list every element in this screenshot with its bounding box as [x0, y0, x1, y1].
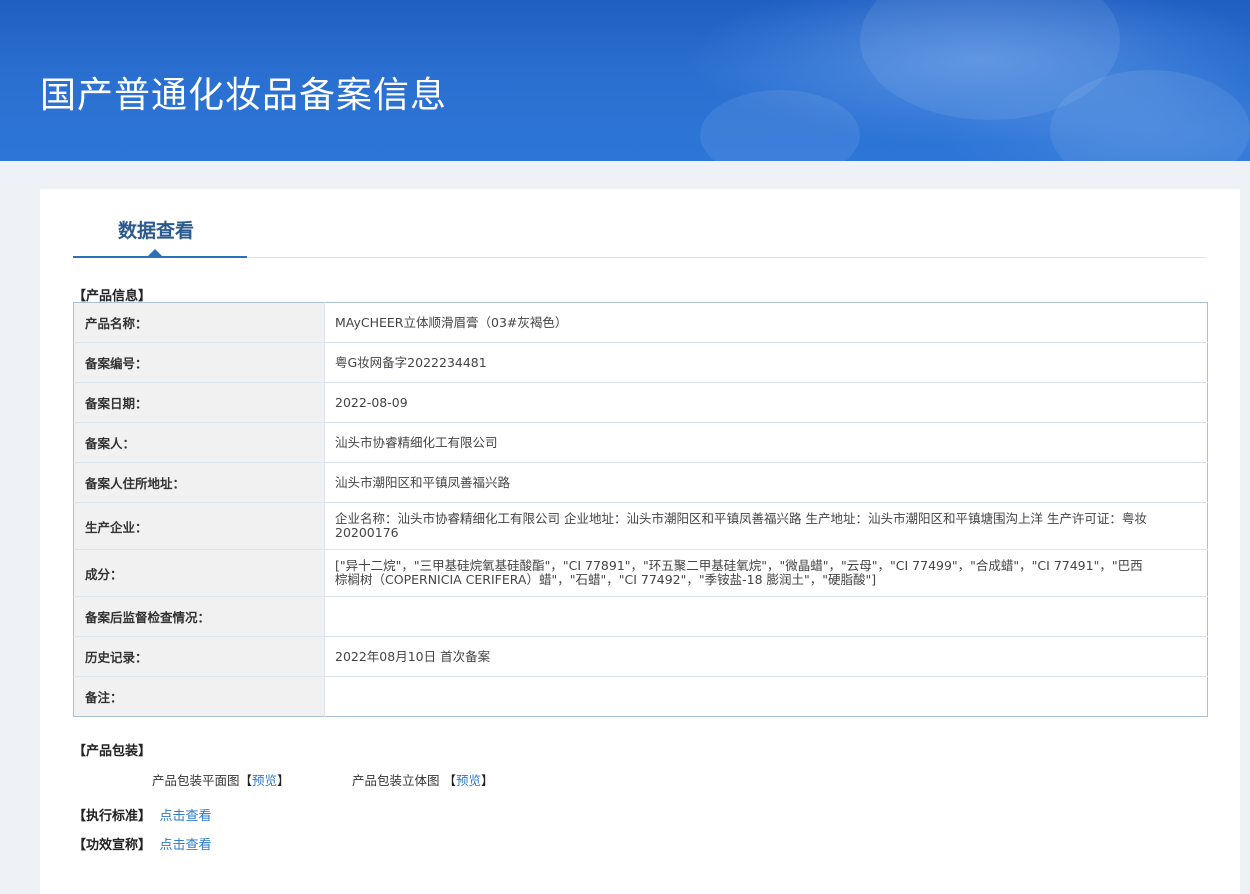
- row-label: 备案后监督检查情况：: [73, 596, 325, 637]
- table-row: 历史记录： 2022年08月10日 首次备案: [73, 636, 1208, 677]
- row-value: ["异十二烷"，"三甲基硅烷氧基硅酸酯"，"CI 77891"，"环五聚二甲基硅…: [324, 549, 1208, 597]
- table-row: 产品名称： MAyCHEER立体顺滑眉膏（03#灰褐色）: [73, 302, 1208, 343]
- section-title-packaging: 【产品包装】: [73, 744, 152, 759]
- row-value: [325, 677, 1208, 717]
- row-label: 备案人：: [73, 422, 325, 463]
- row-label: 备案编号：: [73, 342, 325, 383]
- efficacy-view-link[interactable]: 点击查看: [160, 838, 212, 853]
- packaging-solid-preview-link[interactable]: 预览: [456, 773, 481, 788]
- row-label: 历史记录：: [73, 636, 325, 677]
- packaging-flat-item: 产品包装平面图【预览】: [152, 773, 290, 788]
- packaging-flat-label: 产品包装平面图: [152, 773, 240, 788]
- row-label: 成分：: [73, 549, 325, 597]
- table-row: 备案人住所地址： 汕头市潮阳区和平镇凤善福兴路: [73, 462, 1208, 503]
- table-row: 备案编号： 粤G妆网备字2022234481: [73, 342, 1208, 383]
- row-value: [324, 596, 1208, 637]
- product-info-table: 产品名称： MAyCHEER立体顺滑眉膏（03#灰褐色） 备案编号： 粤G妆网备…: [73, 302, 1208, 717]
- packaging-solid-item: 产品包装立体图 【预览】: [352, 773, 494, 788]
- tab-indicator-caret: [148, 249, 162, 256]
- tab-active-underline: [73, 256, 247, 258]
- row-label: 备案人住所地址：: [73, 462, 325, 503]
- row-value: 2022-08-09: [324, 382, 1208, 423]
- page-title: 国产普通化妆品备案信息: [40, 75, 448, 116]
- row-label: 产品名称：: [73, 302, 325, 343]
- table-row: 备注：: [73, 676, 1208, 717]
- row-label: 生产企业：: [73, 502, 325, 550]
- tab-divider: [247, 257, 1207, 258]
- tab-data-view[interactable]: 数据查看: [118, 216, 194, 243]
- content-card: 数据查看 【产品信息】 产品名称： MAyCHEER立体顺滑眉膏（03#灰褐色）…: [40, 189, 1240, 894]
- table-row: 备案后监督检查情况：: [73, 596, 1208, 637]
- section-title-efficacy: 【功效宣称】 点击查看: [73, 838, 212, 853]
- row-value: 2022年08月10日 首次备案: [324, 636, 1208, 677]
- standard-view-link[interactable]: 点击查看: [160, 809, 212, 824]
- row-value: 汕头市协睿精细化工有限公司: [324, 422, 1208, 463]
- row-label: 备案日期：: [73, 382, 325, 423]
- packaging-solid-label: 产品包装立体图: [352, 773, 440, 788]
- table-row: 生产企业： 企业名称：汕头市协睿精细化工有限公司 企业地址：汕头市潮阳区和平镇凤…: [73, 502, 1208, 550]
- table-row: 备案人： 汕头市协睿精细化工有限公司: [73, 422, 1208, 463]
- row-value: 企业名称：汕头市协睿精细化工有限公司 企业地址：汕头市潮阳区和平镇凤善福兴路 生…: [324, 502, 1208, 550]
- row-value: 汕头市潮阳区和平镇凤善福兴路: [324, 462, 1208, 503]
- packaging-flat-preview-link[interactable]: 预览: [252, 773, 277, 788]
- row-value: 粤G妆网备字2022234481: [324, 342, 1208, 383]
- page-banner: 国产普通化妆品备案信息: [0, 0, 1250, 161]
- section-title-standard: 【执行标准】 点击查看: [73, 809, 212, 824]
- table-row: 成分： ["异十二烷"，"三甲基硅烷氧基硅酸酯"，"CI 77891"，"环五聚…: [73, 549, 1208, 597]
- row-value: MAyCHEER立体顺滑眉膏（03#灰褐色）: [324, 302, 1208, 343]
- row-label: 备注：: [73, 676, 325, 717]
- table-row: 备案日期： 2022-08-09: [73, 382, 1208, 423]
